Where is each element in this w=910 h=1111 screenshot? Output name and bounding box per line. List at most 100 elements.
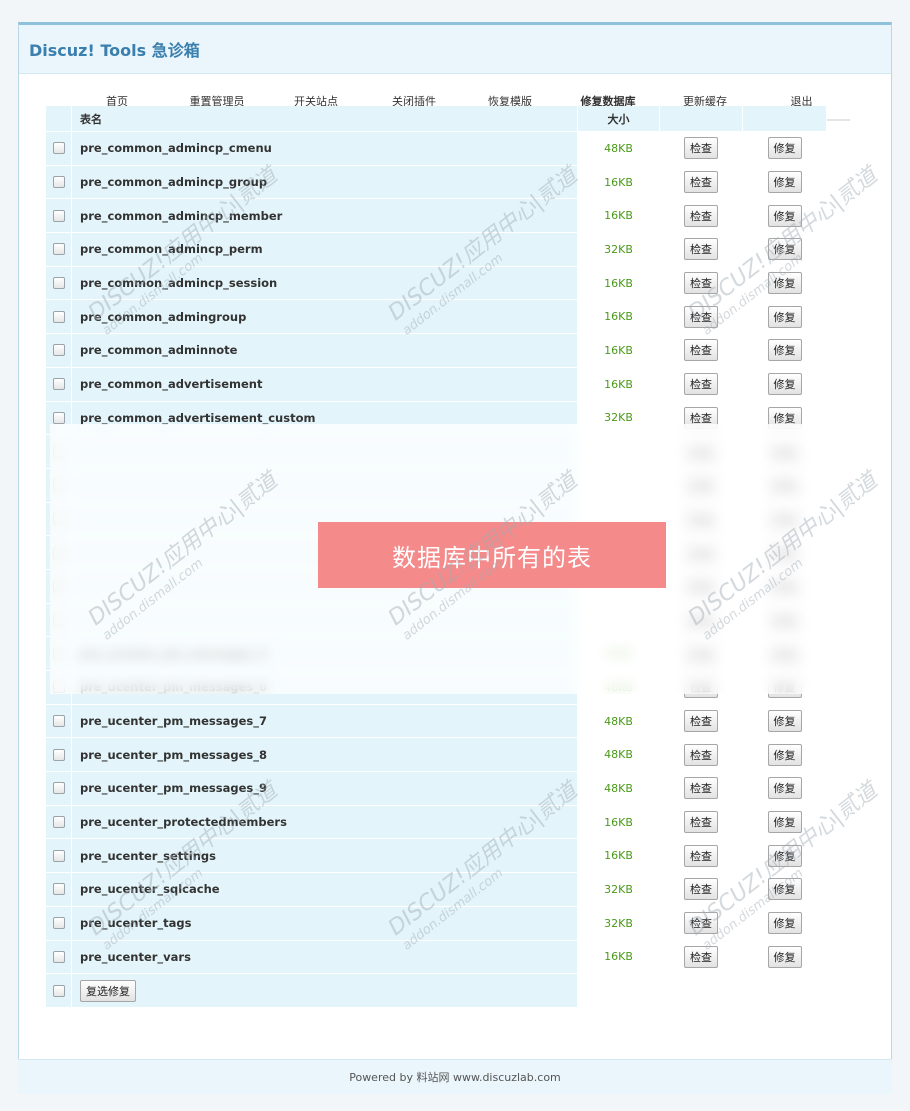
repair-button[interactable]: 修复 (767, 945, 802, 968)
row-checkbox[interactable] (52, 883, 65, 896)
check-cell: 检查 (660, 772, 743, 805)
table-size: 16KB (578, 165, 660, 199)
repair-button[interactable]: 修复 (767, 171, 802, 194)
check-button[interactable]: 检查 (684, 743, 718, 766)
table-name: pre_common_admincp_member (72, 199, 578, 233)
batch-row: 复选修复 (46, 974, 831, 1008)
check-button[interactable]: 检查 (684, 305, 718, 328)
repair-button[interactable]: 修复 (767, 743, 802, 766)
check-cell: 检查 (660, 367, 743, 401)
check-button[interactable]: 检查 (684, 945, 718, 968)
row-checkbox[interactable] (52, 816, 65, 829)
repair-button[interactable]: 修复 (767, 777, 802, 800)
table-name: pre_common_admingroup (72, 300, 578, 334)
table-row: pre_ucenter_settings 16KB 检查 修复 (46, 839, 831, 874)
repair-button[interactable]: 修复 (767, 710, 802, 733)
repair-cell: 修复 (743, 266, 827, 300)
check-cell: 检查 (660, 132, 743, 165)
table-size: 32KB (578, 873, 660, 906)
table-name: pre_ucenter_tags (72, 906, 578, 940)
row-checkbox[interactable] (52, 917, 65, 930)
check-button[interactable]: 检查 (684, 272, 718, 295)
row-checkbox[interactable] (52, 748, 65, 761)
row-checkbox[interactable] (52, 142, 65, 155)
repair-button[interactable]: 修复 (767, 844, 802, 867)
table-size: 32KB (578, 233, 660, 266)
row-checkbox[interactable] (52, 378, 65, 391)
repair-button[interactable]: 修复 (767, 204, 802, 227)
check-button[interactable]: 检查 (684, 912, 718, 935)
row-check-cell (46, 199, 72, 233)
repair-button[interactable]: 修复 (767, 811, 802, 834)
table-name: pre_common_admincp_perm (72, 233, 578, 266)
repair-cell: 修复 (743, 772, 827, 805)
check-button[interactable]: 检查 (684, 373, 718, 396)
row-checkbox[interactable] (52, 950, 65, 963)
table-row: pre_common_admincp_perm 32KB 检查 修复 (46, 233, 831, 267)
check-button[interactable]: 检查 (684, 171, 718, 194)
check-cell: 检查 (660, 738, 743, 772)
check-button[interactable]: 检查 (684, 878, 718, 901)
check-cell: 检查 (660, 873, 743, 906)
row-checkbox[interactable] (52, 310, 65, 323)
check-button[interactable]: 检查 (684, 137, 718, 160)
row-checkbox[interactable] (52, 411, 65, 424)
select-all-cell (46, 974, 72, 1007)
batch-repair-button[interactable]: 复选修复 (80, 979, 136, 1002)
row-checkbox[interactable] (52, 782, 65, 795)
check-button[interactable]: 检查 (684, 339, 718, 362)
check-button[interactable]: 检查 (684, 710, 718, 733)
table-row: pre_common_admincp_session 16KB 检查 修复 (46, 266, 831, 301)
repair-cell: 修复 (743, 738, 827, 772)
check-button[interactable]: 检查 (684, 238, 718, 261)
row-checkbox[interactable] (52, 849, 65, 862)
row-check-cell (46, 334, 72, 367)
check-button[interactable]: 检查 (684, 811, 718, 834)
table-size: 16KB (578, 300, 660, 334)
select-all-checkbox[interactable] (52, 984, 65, 997)
table-row: pre_ucenter_sqlcache 32KB 检查 修复 (46, 873, 831, 907)
table-name: pre_common_adminnote (72, 334, 578, 367)
row-checkbox[interactable] (52, 715, 65, 728)
row-check-cell (46, 704, 72, 738)
table-name: pre_common_admincp_session (72, 266, 578, 300)
repair-cell: 修复 (743, 165, 827, 199)
repair-button[interactable]: 修复 (767, 238, 802, 261)
table-row: pre_ucenter_protectedmembers 16KB 检查 修复 (46, 805, 831, 840)
check-button[interactable]: 检查 (684, 844, 718, 867)
table-name: pre_ucenter_pm_messages_7 (72, 704, 578, 738)
table-size: 32KB (578, 906, 660, 940)
table-row: pre_common_advertisement 16KB 检查 修复 (46, 367, 831, 402)
repair-button[interactable]: 修复 (767, 912, 802, 935)
repair-button[interactable]: 修复 (767, 137, 802, 160)
row-checkbox[interactable] (52, 344, 65, 357)
check-cell: 检查 (660, 704, 743, 738)
table-row: pre_common_admincp_group 16KB 检查 修复 (46, 165, 831, 200)
repair-button[interactable]: 修复 (767, 272, 802, 295)
check-cell: 检查 (660, 233, 743, 266)
row-checkbox[interactable] (52, 176, 65, 189)
table-name: pre_common_advertisement (72, 367, 578, 401)
row-check-cell (46, 873, 72, 906)
repair-button[interactable]: 修复 (767, 878, 802, 901)
header: Discuz! Tools 急诊箱 (19, 25, 891, 74)
app-title: Discuz! Tools 急诊箱 (29, 41, 200, 60)
table-header-row: 表名 大小 (46, 106, 831, 132)
row-checkbox[interactable] (52, 277, 65, 290)
row-checkbox[interactable] (52, 209, 65, 222)
repair-cell: 修复 (743, 367, 827, 401)
table-name: pre_ucenter_pm_messages_9 (72, 772, 578, 805)
table-row: pre_common_admincp_member 16KB 检查 修复 (46, 199, 831, 234)
footer: Powered by 料站网 www.discuzlab.com (18, 1059, 892, 1094)
row-check-cell (46, 940, 72, 974)
table-row: pre_ucenter_pm_messages_7 48KB 检查 修复 (46, 704, 831, 739)
row-check-cell (46, 233, 72, 266)
check-button[interactable]: 检查 (684, 204, 718, 227)
repair-button[interactable]: 修复 (767, 305, 802, 328)
check-button[interactable]: 检查 (684, 777, 718, 800)
footer-text: Powered by 料站网 www.discuzlab.com (349, 1071, 561, 1084)
repair-button[interactable]: 修复 (767, 339, 802, 362)
repair-button[interactable]: 修复 (767, 373, 802, 396)
row-check-cell (46, 367, 72, 401)
row-checkbox[interactable] (52, 243, 65, 256)
